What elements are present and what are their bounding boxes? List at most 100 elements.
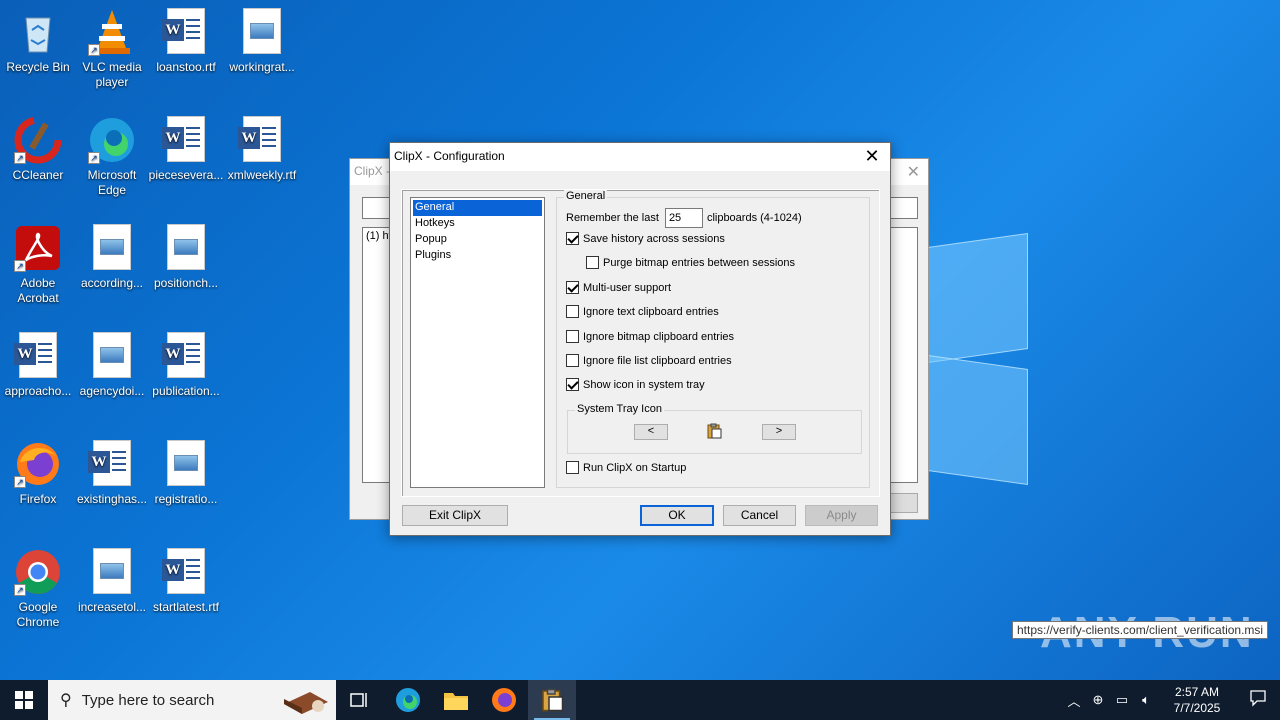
purge-bitmap-option[interactable]: Purge bitmap entries between sessions [586,256,795,269]
taskbar-search-box[interactable]: ⚲ Type here to search [48,680,336,720]
clipboard-count-input[interactable] [664,208,703,228]
image-file-icon [88,332,136,380]
ignore-bitmap-option[interactable]: Ignore bitmap clipboard entries [566,330,734,343]
shortcut-arrow-icon: ↗ [14,584,26,596]
desktop-icon-firefox[interactable]: ↗ Firefox [0,440,76,507]
tree-item-plugins[interactable]: Plugins [413,248,542,264]
desktop-icon-publication[interactable]: W publication... [148,332,224,399]
desktop-icon-positionch[interactable]: positionch... [148,224,224,291]
desktop-icon-label: registratio... [154,492,218,506]
desktop-icon-label: xmlweekly.rtf [227,168,297,182]
show-tray-checkbox[interactable] [566,378,579,391]
chrome-icon: ↗ [14,548,62,596]
desktop-icon-piecesevera[interactable]: W piecesevera... [148,116,224,183]
ignore-filelist-option[interactable]: Ignore file list clipboard entries [566,354,732,367]
desktop-icon-recycle-bin[interactable]: Recycle Bin [0,8,76,75]
image-file-icon [162,440,210,488]
cancel-button[interactable]: Cancel [723,505,796,526]
system-tray-icon-group: System Tray Icon < > [567,403,862,454]
desktop-icon-label: Microsoft Edge [87,168,137,197]
network-icon[interactable]: ▭ [1110,692,1134,708]
show-tray-option[interactable]: Show icon in system tray [566,378,705,391]
notification-center-button[interactable] [1236,689,1280,712]
clipx-configuration-dialog[interactable]: ClipX - Configuration ✕ General Hotkeys … [389,142,891,536]
meet-now-icon[interactable]: ⊕ [1086,692,1110,708]
prev-icon-button[interactable]: < [634,424,668,440]
chevron-up-icon[interactable]: ︿ [1062,691,1086,710]
taskbar-clipx[interactable] [528,680,576,720]
image-file-icon [88,224,136,272]
purge-bitmap-checkbox[interactable] [586,256,599,269]
desktop-icon-xmlweekly[interactable]: W xmlweekly.rtf [224,116,300,183]
taskbar-edge[interactable] [384,680,432,720]
volume-icon[interactable]: 🔈︎ [1134,692,1158,708]
dialog-titlebar[interactable]: ClipX - Configuration ✕ [390,143,890,171]
desktop-icon-label: publication... [152,384,220,398]
desktop-icon-agencydoi[interactable]: agencydoi... [74,332,150,399]
ignore-filelist-checkbox[interactable] [566,354,579,367]
desktop-icon-ccleaner[interactable]: ↗ CCleaner [0,116,76,183]
desktop-icon-loanstoo[interactable]: W loanstoo.rtf [148,8,224,75]
desktop-icon-vlc[interactable]: ↗ VLC media player [74,8,150,90]
search-placeholder: Type here to search [81,691,215,709]
run-startup-option[interactable]: Run ClipX on Startup [566,461,686,474]
clock[interactable]: 2:57 AM 7/7/2025 [1158,684,1236,716]
run-startup-checkbox[interactable] [566,461,579,474]
remember-row: Remember the last clipboards (4-1024) [566,208,802,228]
desktop-icon-workingrat[interactable]: workingrat... [224,8,300,75]
desktop-icon-label: approacho... [4,384,72,398]
desktop-icon-acrobat[interactable]: ↗ Adobe Acrobat [0,224,76,306]
ignore-text-checkbox[interactable] [566,305,579,318]
ok-button[interactable]: OK [640,505,714,526]
system-tray: ︿ ⊕ ▭ 🔈︎ 2:57 AM 7/7/2025 [1062,680,1280,720]
close-icon[interactable]: ✕ [907,162,920,182]
taskbar-file-explorer[interactable] [432,680,480,720]
checkbox-label: Purge bitmap entries between sessions [603,256,795,269]
save-history-option[interactable]: Save history across sessions [566,232,725,245]
task-view-button[interactable] [336,680,384,720]
checkbox-label: Save history across sessions [583,232,725,245]
desktop-icon-label: Adobe Acrobat [17,276,59,305]
desktop-icon-edge[interactable]: ↗ Microsoft Edge [74,116,150,198]
desktop-icon-label: VLC media player [82,60,142,89]
desktop-icon-chrome[interactable]: ↗ Google Chrome [0,548,76,630]
close-button[interactable]: ✕ [860,145,884,169]
desktop-icon-startlatest[interactable]: W startlatest.rtf [148,548,224,615]
ignore-bitmap-checkbox[interactable] [566,330,579,343]
save-history-checkbox[interactable] [566,232,579,245]
edge-icon [396,688,420,712]
ignore-text-option[interactable]: Ignore text clipboard entries [566,305,719,318]
desktop-icon-label: workingrat... [229,60,295,74]
tray-tooltip: https://verify-clients.com/client_verifi… [1012,621,1269,639]
tree-item-hotkeys[interactable]: Hotkeys [413,216,542,232]
shortcut-arrow-icon: ↗ [14,260,26,272]
word-document-icon: W [162,332,210,380]
multi-user-checkbox[interactable] [566,281,579,294]
desktop-icon-increasetol[interactable]: increasetol... [74,548,150,615]
start-button[interactable] [0,680,48,720]
desktop-icon-label: Firefox [19,492,57,506]
multi-user-option[interactable]: Multi-user support [566,281,671,294]
desktop-icon-registratio[interactable]: registratio... [148,440,224,507]
tree-item-general[interactable]: General [412,199,543,217]
apply-button[interactable]: Apply [805,505,878,526]
general-group: General Remember the last clipboards (4-… [556,190,870,488]
desktop-icon-label: CCleaner [12,168,64,182]
word-document-icon: W [162,116,210,164]
checkbox-label: Run ClipX on Startup [583,461,687,474]
exit-clipx-button[interactable]: Exit ClipX [402,505,508,526]
desktop-icon-approacho[interactable]: W approacho... [0,332,76,399]
desktop-icon-according[interactable]: according... [74,224,150,291]
desktop-icon-label: Google Chrome [16,600,60,629]
taskbar-firefox[interactable] [480,680,528,720]
next-icon-button[interactable]: > [762,424,796,440]
notification-icon [1250,689,1266,707]
search-icon: ⚲ [60,692,72,709]
tree-item-popup[interactable]: Popup [413,232,542,248]
desktop-icon-existinghas[interactable]: W existinghas... [74,440,150,507]
checkbox-label: Show icon in system tray [583,378,705,391]
folder-icon [444,693,468,710]
windows-logo-icon [15,691,33,709]
category-tree[interactable]: General Hotkeys Popup Plugins [410,197,545,488]
ccleaner-icon: ↗ [14,116,62,164]
